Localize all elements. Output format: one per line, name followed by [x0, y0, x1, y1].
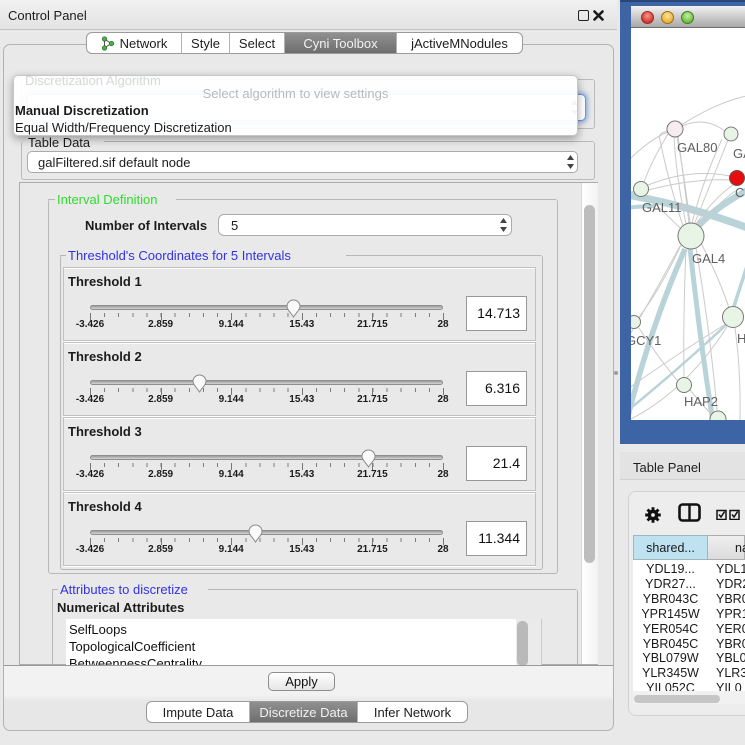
svg-text:H: H — [737, 331, 745, 346]
svg-text:GAL80: GAL80 — [677, 140, 717, 155]
svg-text:GAL: GAL — [733, 146, 745, 161]
svg-text:HAP2: HAP2 — [684, 394, 718, 409]
svg-text:GCY1: GCY1 — [631, 333, 661, 348]
svg-text:GAL4: GAL4 — [692, 251, 725, 266]
svg-text:C: C — [735, 185, 744, 200]
svg-text:GAL11: GAL11 — [642, 200, 682, 215]
